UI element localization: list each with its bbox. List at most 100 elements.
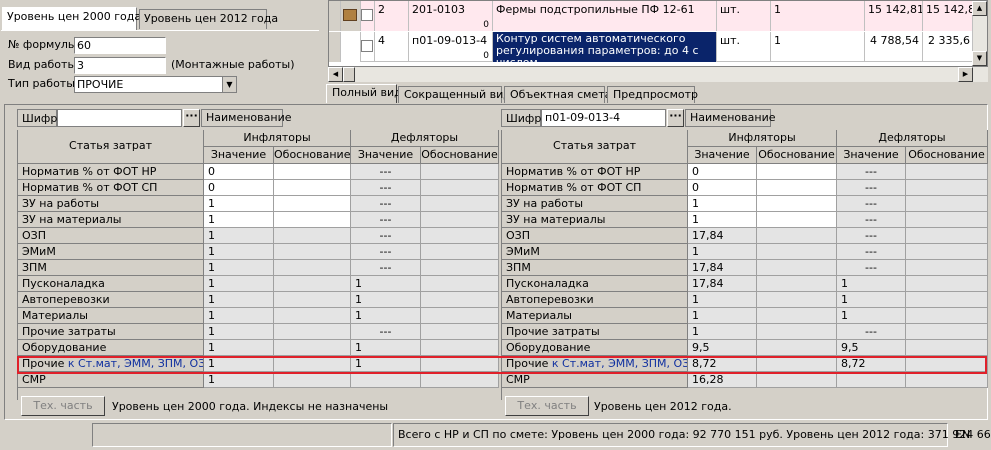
work-kind-select[interactable]: ПРОЧИЕ ▼	[74, 76, 237, 93]
row-name: Прочие затраты	[18, 324, 204, 340]
def-value: ---	[351, 196, 421, 212]
column-header-def-value: Значение	[351, 147, 421, 164]
inf-basis[interactable]	[274, 180, 351, 196]
inf-value[interactable]: 0	[688, 164, 757, 180]
row-price-2: 15 142,81	[923, 1, 974, 31]
def-basis	[906, 292, 988, 308]
scroll-up-icon[interactable]: ▲	[972, 1, 987, 16]
items-grid: 2 201-0103 0 Фермы подстропильные ПФ 12-6…	[328, 0, 988, 67]
inf-value: 17,84	[688, 276, 757, 292]
tab-object-estimate[interactable]: Объектная смета	[504, 86, 611, 103]
row-name: Оборудование	[502, 340, 688, 356]
row-name: Прочие к Ст.мат, ЭММ, ЗПМ, ОЗП	[18, 356, 204, 372]
def-value: ---	[837, 324, 906, 340]
shifr-label: Шифр	[17, 109, 57, 127]
inf-basis[interactable]	[274, 212, 351, 228]
work-kind-label: Тип работы	[8, 77, 75, 90]
inf-value[interactable]: 1	[688, 196, 757, 212]
inf-value: 1	[204, 356, 274, 372]
tab-price-level-2000[interactable]: Уровень цен 2000 года	[2, 7, 141, 31]
shifr-input[interactable]: п01-09-013-4	[541, 109, 666, 127]
inf-value: 1	[688, 244, 757, 260]
def-basis	[421, 164, 499, 180]
scroll-down-icon[interactable]: ▼	[972, 51, 987, 66]
status-total: Всего с НР и СП по смете: Уровень цен 20…	[393, 423, 991, 447]
formula-input[interactable]: 60	[74, 37, 166, 54]
inf-value[interactable]: 0	[204, 180, 274, 196]
def-basis	[906, 356, 988, 372]
inf-basis[interactable]	[757, 196, 837, 212]
tab-short-view[interactable]: Сокращенный вид	[398, 86, 511, 103]
row-icon-cell	[341, 32, 361, 62]
vertical-scrollbar[interactable]: ▲ ▼	[972, 1, 987, 66]
row-name: Автоперевозки	[18, 292, 204, 308]
def-value	[351, 372, 421, 388]
inf-basis	[757, 356, 837, 372]
tab-preview[interactable]: Предпросмотр	[607, 86, 698, 103]
inf-basis[interactable]	[757, 212, 837, 228]
browse-button[interactable]: ···	[183, 109, 200, 127]
inf-value[interactable]: 1	[688, 212, 757, 228]
row-name: Автоперевозки	[502, 292, 688, 308]
def-value: 1	[351, 308, 421, 324]
def-value: ---	[351, 164, 421, 180]
row-code: 201-0103 0	[409, 1, 493, 31]
row-checkbox[interactable]	[361, 9, 373, 21]
def-basis	[421, 228, 499, 244]
row-name: Оборудование	[18, 340, 204, 356]
row-checkbox-cell[interactable]	[361, 1, 375, 31]
inf-basis[interactable]	[757, 164, 837, 180]
inf-basis[interactable]	[274, 164, 351, 180]
inf-value: 1	[204, 324, 274, 340]
row-name: Пусконаладка	[18, 276, 204, 292]
shifr-input[interactable]	[57, 109, 182, 127]
language-indicator[interactable]: EN	[955, 428, 970, 441]
table-row[interactable]: 2 201-0103 0 Фермы подстропильные ПФ 12-6…	[329, 1, 974, 31]
row-name-selected[interactable]: Контур систем автоматического регулирова…	[493, 32, 717, 62]
row-name: ЭМиМ	[18, 244, 204, 260]
scroll-left-icon[interactable]: ◀	[328, 67, 343, 82]
column-header-def-basis: Обоснование	[906, 147, 988, 164]
row-qty: 1	[771, 1, 865, 31]
inf-basis[interactable]	[757, 180, 837, 196]
def-basis	[421, 324, 499, 340]
browse-button[interactable]: ···	[667, 109, 684, 127]
def-value: 1	[351, 276, 421, 292]
inf-value[interactable]: 0	[204, 164, 274, 180]
inf-basis	[757, 292, 837, 308]
scroll-thumb[interactable]	[343, 67, 355, 82]
def-basis	[421, 372, 499, 388]
def-basis	[906, 212, 988, 228]
row-price-1: 4 788,54	[865, 32, 923, 62]
tech-part-button[interactable]: Тех. часть	[21, 396, 105, 416]
scroll-right-icon[interactable]: ▶	[958, 67, 973, 82]
inf-basis	[274, 276, 351, 292]
def-value: 1	[837, 292, 906, 308]
formula-label: № формулы	[8, 38, 77, 51]
status-left	[92, 423, 392, 447]
def-basis	[421, 340, 499, 356]
index-panel-2000: Шифр ··· Наименование Статья затрат Инфл…	[17, 106, 501, 418]
row-checkbox[interactable]	[361, 40, 373, 52]
tab-price-level-2012[interactable]: Уровень цен 2012 года	[139, 9, 278, 29]
price-level-tabs: Уровень цен 2000 года Уровень цен 2012 г…	[0, 0, 320, 32]
def-value: ---	[351, 324, 421, 340]
def-value: ---	[837, 196, 906, 212]
chevron-down-icon[interactable]: ▼	[222, 77, 236, 92]
row-name: Материалы	[502, 308, 688, 324]
def-value: 8,72	[837, 356, 906, 372]
inf-value: 1	[204, 292, 274, 308]
inf-value: 1	[204, 228, 274, 244]
work-type-input[interactable]: 3	[74, 57, 166, 74]
table-row[interactable]: 4 п01-09-013-4 0 Контур систем автоматиче…	[329, 32, 974, 62]
tech-part-button[interactable]: Тех. часть	[505, 396, 589, 416]
inf-value[interactable]: 1	[204, 196, 274, 212]
tab-full-view[interactable]: Полный вид	[326, 84, 402, 103]
inf-basis[interactable]	[274, 196, 351, 212]
row-checkbox-cell[interactable]	[361, 32, 375, 62]
horizontal-scrollbar[interactable]: ◀ ▶	[328, 67, 988, 82]
inf-value[interactable]: 1	[204, 212, 274, 228]
row-price-1: 15 142,81	[865, 1, 923, 31]
materials-icon	[343, 9, 357, 21]
inf-value[interactable]: 0	[688, 180, 757, 196]
